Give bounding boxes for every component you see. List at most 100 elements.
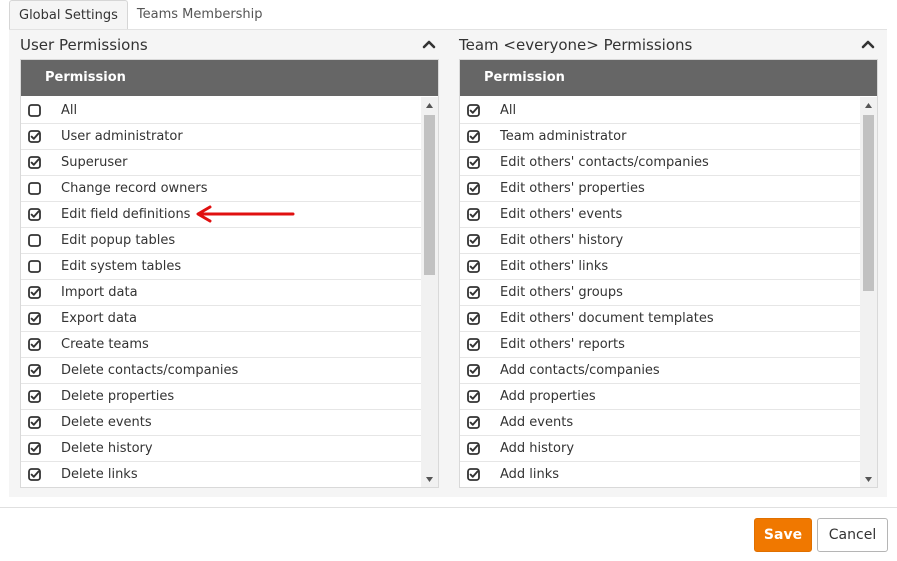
scroll-thumb[interactable] <box>424 115 435 275</box>
checkbox-checked-icon[interactable] <box>28 390 41 403</box>
permission-row[interactable]: Edit others' properties <box>460 176 860 202</box>
checkbox-checked-icon[interactable] <box>467 390 480 403</box>
user-permissions-scrollbar[interactable] <box>421 97 438 487</box>
permission-row[interactable]: All <box>21 98 421 124</box>
permission-label: All <box>61 103 78 118</box>
permission-row[interactable]: Add properties <box>460 384 860 410</box>
permission-label: Change record owners <box>61 181 208 196</box>
checkbox-checked-icon[interactable] <box>28 468 41 481</box>
checkbox-checked-icon[interactable] <box>28 208 41 221</box>
permission-label: Import data <box>61 285 138 300</box>
checkbox-checked-icon[interactable] <box>467 468 480 481</box>
permission-label: Edit others' events <box>500 207 623 222</box>
permission-row[interactable]: Import data <box>21 280 421 306</box>
permission-row[interactable]: Delete properties <box>21 384 421 410</box>
save-button[interactable]: Save <box>754 518 812 552</box>
team-permission-list: All Team administrator Edit others' contac… <box>460 96 860 487</box>
permission-label: Create teams <box>61 337 149 352</box>
checkbox-checked-icon[interactable] <box>467 182 480 195</box>
checkbox-checked-icon[interactable] <box>28 130 41 143</box>
permission-row[interactable]: Delete events <box>21 410 421 436</box>
permission-row[interactable]: Export data <box>21 306 421 332</box>
permission-row[interactable]: Superuser <box>21 150 421 176</box>
settings-content: User Permissions Permission All User admi… <box>9 29 887 497</box>
checkbox-checked-icon[interactable] <box>28 312 41 325</box>
tab-global-settings[interactable]: Global Settings <box>9 0 128 30</box>
checkbox-checked-icon[interactable] <box>467 286 480 299</box>
checkbox-checked-icon[interactable] <box>467 312 480 325</box>
permission-column-header[interactable]: Permission <box>21 60 438 96</box>
user-permissions-grid: Permission All User administrator Superuse… <box>20 59 439 488</box>
permission-row[interactable]: Edit others' document templates <box>460 306 860 332</box>
checkbox-checked-icon[interactable] <box>467 130 480 143</box>
checkbox-unchecked-icon[interactable] <box>28 104 41 117</box>
permission-column-header[interactable]: Permission <box>460 60 877 96</box>
permission-row[interactable]: Edit others' history <box>460 228 860 254</box>
permission-row[interactable]: Edit others' links <box>460 254 860 280</box>
tab-teams-membership[interactable]: Teams Membership <box>128 0 272 30</box>
permission-row[interactable]: Edit others' events <box>460 202 860 228</box>
checkbox-checked-icon[interactable] <box>467 442 480 455</box>
permission-row[interactable]: Edit system tables <box>21 254 421 280</box>
scroll-down-icon[interactable] <box>421 471 438 487</box>
permission-label: Delete events <box>61 415 152 430</box>
team-permissions-scrollbar[interactable] <box>860 97 877 487</box>
permission-row[interactable]: Add contacts/companies <box>460 358 860 384</box>
checkbox-checked-icon[interactable] <box>28 416 41 429</box>
checkbox-checked-icon[interactable] <box>28 364 41 377</box>
permission-label: Edit others' document templates <box>500 311 714 326</box>
chevron-up-icon[interactable] <box>420 35 438 53</box>
checkbox-unchecked-icon[interactable] <box>28 260 41 273</box>
user-permissions-header: User Permissions <box>20 30 440 58</box>
checkbox-checked-icon[interactable] <box>28 338 41 351</box>
permission-row[interactable]: Add history <box>460 436 860 462</box>
user-permissions-title: User Permissions <box>20 36 148 54</box>
checkbox-unchecked-icon[interactable] <box>28 234 41 247</box>
checkbox-unchecked-icon[interactable] <box>28 182 41 195</box>
cancel-button[interactable]: Cancel <box>817 518 888 552</box>
permission-row[interactable]: Edit others' contacts/companies <box>460 150 860 176</box>
permission-row[interactable]: Edit others' groups <box>460 280 860 306</box>
permission-label: Delete contacts/companies <box>61 363 239 378</box>
checkbox-checked-icon[interactable] <box>467 338 480 351</box>
permission-row[interactable]: Add events <box>460 410 860 436</box>
scroll-up-icon[interactable] <box>860 97 877 113</box>
user-permissions-panel: User Permissions Permission All User admi… <box>20 30 440 498</box>
team-permissions-panel: Team <everyone> Permissions Permission A… <box>459 30 879 498</box>
checkbox-checked-icon[interactable] <box>467 234 480 247</box>
checkbox-checked-icon[interactable] <box>28 442 41 455</box>
permission-label: Add events <box>500 415 574 430</box>
user-permission-list: All User administrator Superuser Change rec… <box>21 96 421 487</box>
chevron-up-icon[interactable] <box>859 35 877 53</box>
permission-label: Team administrator <box>500 129 627 144</box>
permission-label: Edit system tables <box>61 259 182 274</box>
permission-row[interactable]: All <box>460 98 860 124</box>
checkbox-checked-icon[interactable] <box>467 364 480 377</box>
checkbox-checked-icon[interactable] <box>467 416 480 429</box>
permission-row[interactable]: Delete contacts/companies <box>21 358 421 384</box>
permission-row[interactable]: Edit others' reports <box>460 332 860 358</box>
annotation-arrow-icon <box>196 205 295 223</box>
permission-row[interactable]: Delete links <box>21 462 421 487</box>
permission-label: Edit popup tables <box>61 233 176 248</box>
scroll-up-icon[interactable] <box>421 97 438 113</box>
team-permissions-header: Team <everyone> Permissions <box>459 30 879 58</box>
scroll-thumb[interactable] <box>863 115 874 291</box>
permission-label: Edit others' contacts/companies <box>500 155 709 170</box>
scroll-down-icon[interactable] <box>860 471 877 487</box>
permission-row[interactable]: Edit popup tables <box>21 228 421 254</box>
permission-label: Add links <box>500 467 560 482</box>
permission-row[interactable]: Create teams <box>21 332 421 358</box>
checkbox-checked-icon[interactable] <box>28 156 41 169</box>
permission-row[interactable]: Add links <box>460 462 860 487</box>
permission-row[interactable]: Team administrator <box>460 124 860 150</box>
permission-row[interactable]: User administrator <box>21 124 421 150</box>
checkbox-checked-icon[interactable] <box>28 286 41 299</box>
permission-row[interactable]: Change record owners <box>21 176 421 202</box>
checkbox-checked-icon[interactable] <box>467 104 480 117</box>
footer-divider <box>0 507 897 508</box>
checkbox-checked-icon[interactable] <box>467 260 480 273</box>
checkbox-checked-icon[interactable] <box>467 156 480 169</box>
permission-row[interactable]: Delete history <box>21 436 421 462</box>
checkbox-checked-icon[interactable] <box>467 208 480 221</box>
